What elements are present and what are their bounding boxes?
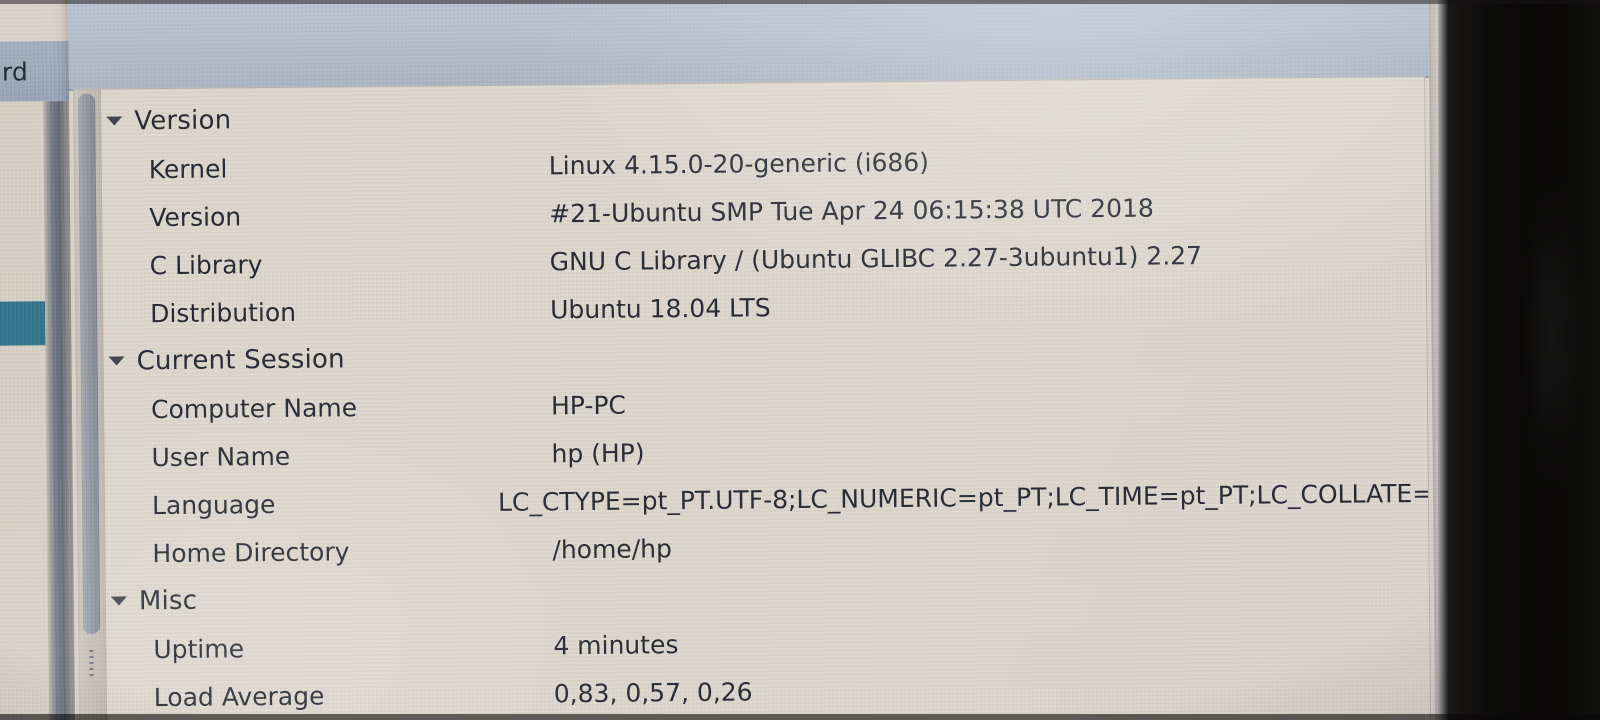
row-key: Computer Name: [150, 392, 358, 424]
chevron-down-icon[interactable]: [108, 356, 125, 366]
photo-of-screen: board Computer Operating System System I…: [0, 0, 1600, 720]
scrollbar-grip-icon: [89, 649, 94, 680]
row-value: hp (HP): [551, 437, 645, 468]
row-value: HP-PC: [550, 390, 627, 420]
monitor-bezel-edge: [1438, 0, 1448, 720]
row-value: GNU C Library / (Ubuntu GLIBC 2.27-3ubun…: [549, 240, 1203, 276]
row-value: LC_CTYPE=pt_PT.UTF-8;LC_NUMERIC=pt_PT;LC…: [497, 478, 1429, 517]
row-key: Uptime: [153, 633, 245, 664]
row-value: 4 minutes: [553, 629, 679, 660]
photo-bottom-edge: [0, 714, 1600, 720]
group-title: Misc: [138, 585, 198, 617]
row-key: Kernel: [148, 153, 228, 184]
information-tree: Version Kernel Linux 4.15.0-20-generic (…: [100, 77, 1430, 720]
row-value: Linux 4.15.0-20-generic (i686): [548, 147, 930, 180]
row-value: 0,83, 0,57, 0,26: [553, 676, 753, 708]
row-key: C Library: [149, 249, 263, 280]
row-value: #21-Ubuntu SMP Tue Apr 24 06:15:38 UTC 2…: [549, 193, 1154, 228]
bezel-highlight: [1522, 170, 1582, 500]
row-key: Language: [151, 489, 276, 520]
row-key: User Name: [151, 441, 291, 472]
row-key: Load Average: [153, 681, 325, 712]
chevron-down-icon[interactable]: [106, 116, 123, 126]
info-content-pane: Version Kernel Linux 4.15.0-20-generic (…: [72, 75, 1432, 720]
system-information-window: Computer Operating System System Informa…: [67, 0, 1436, 720]
group-title: Version: [134, 105, 232, 137]
photo-top-edge: [0, 0, 1600, 4]
row-value: Ubuntu 18.04 LTS: [549, 292, 771, 324]
scrollbar-thumb[interactable]: [78, 93, 101, 634]
monitor-bezel: [1448, 0, 1600, 720]
chevron-down-icon[interactable]: [110, 596, 127, 606]
row-key: Home Directory: [152, 536, 350, 568]
group-title: Current Session: [136, 344, 345, 377]
row-key: Version: [149, 201, 242, 232]
row-key: Distribution: [150, 297, 297, 328]
row-value: /home/hp: [552, 533, 673, 564]
divider-grip-icon[interactable]: [56, 625, 61, 652]
screen-surface: board Computer Operating System System I…: [0, 0, 1488, 720]
sidebar-selected-item[interactable]: [0, 301, 46, 346]
